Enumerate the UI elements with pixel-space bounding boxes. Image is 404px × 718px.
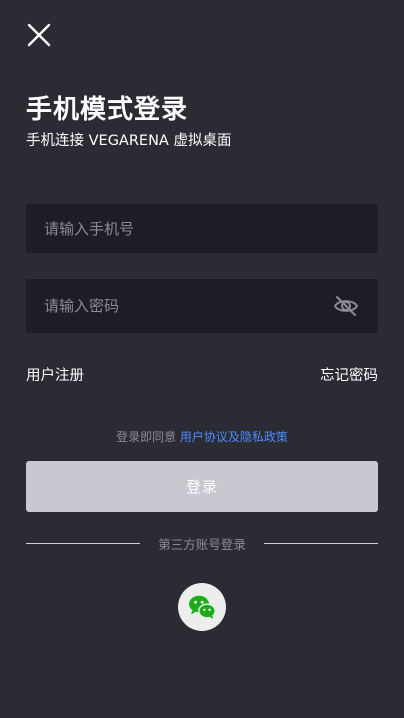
agreement-text: 登录即同意 用户协议及隐私政策 bbox=[0, 428, 404, 446]
eye-off-icon bbox=[333, 296, 359, 316]
third-party-divider: 第三方账号登录 bbox=[26, 534, 379, 552]
login-button[interactable]: 登录 bbox=[26, 461, 378, 512]
agreement-prefix: 登录即同意 bbox=[116, 430, 177, 444]
password-input[interactable] bbox=[26, 279, 332, 333]
privacy-policy-link[interactable]: 用户协议及隐私政策 bbox=[180, 430, 288, 444]
password-field-container bbox=[26, 279, 378, 333]
close-icon bbox=[27, 23, 51, 47]
login-screen: 手机模式登录 手机连接 VEGARENA 虚拟桌面 用户注册 忘记密码 登录即同… bbox=[0, 0, 404, 718]
phone-input[interactable] bbox=[26, 204, 378, 253]
account-links: 用户注册 忘记密码 bbox=[26, 366, 378, 386]
phone-field-container bbox=[26, 204, 378, 253]
page-subtitle: 手机连接 VEGARENA 虚拟桌面 bbox=[26, 133, 232, 149]
divider-line-right bbox=[263, 542, 379, 544]
wechat-icon bbox=[189, 595, 216, 619]
toggle-password-visibility-button[interactable] bbox=[332, 292, 360, 320]
register-link[interactable]: 用户注册 bbox=[26, 366, 84, 386]
close-button[interactable] bbox=[26, 22, 52, 48]
page-title: 手机模式登录 bbox=[26, 95, 189, 125]
third-party-label: 第三方账号登录 bbox=[158, 536, 246, 552]
forgot-password-link[interactable]: 忘记密码 bbox=[320, 366, 378, 386]
wechat-login-button[interactable] bbox=[178, 583, 226, 631]
divider-line-left bbox=[26, 542, 141, 544]
